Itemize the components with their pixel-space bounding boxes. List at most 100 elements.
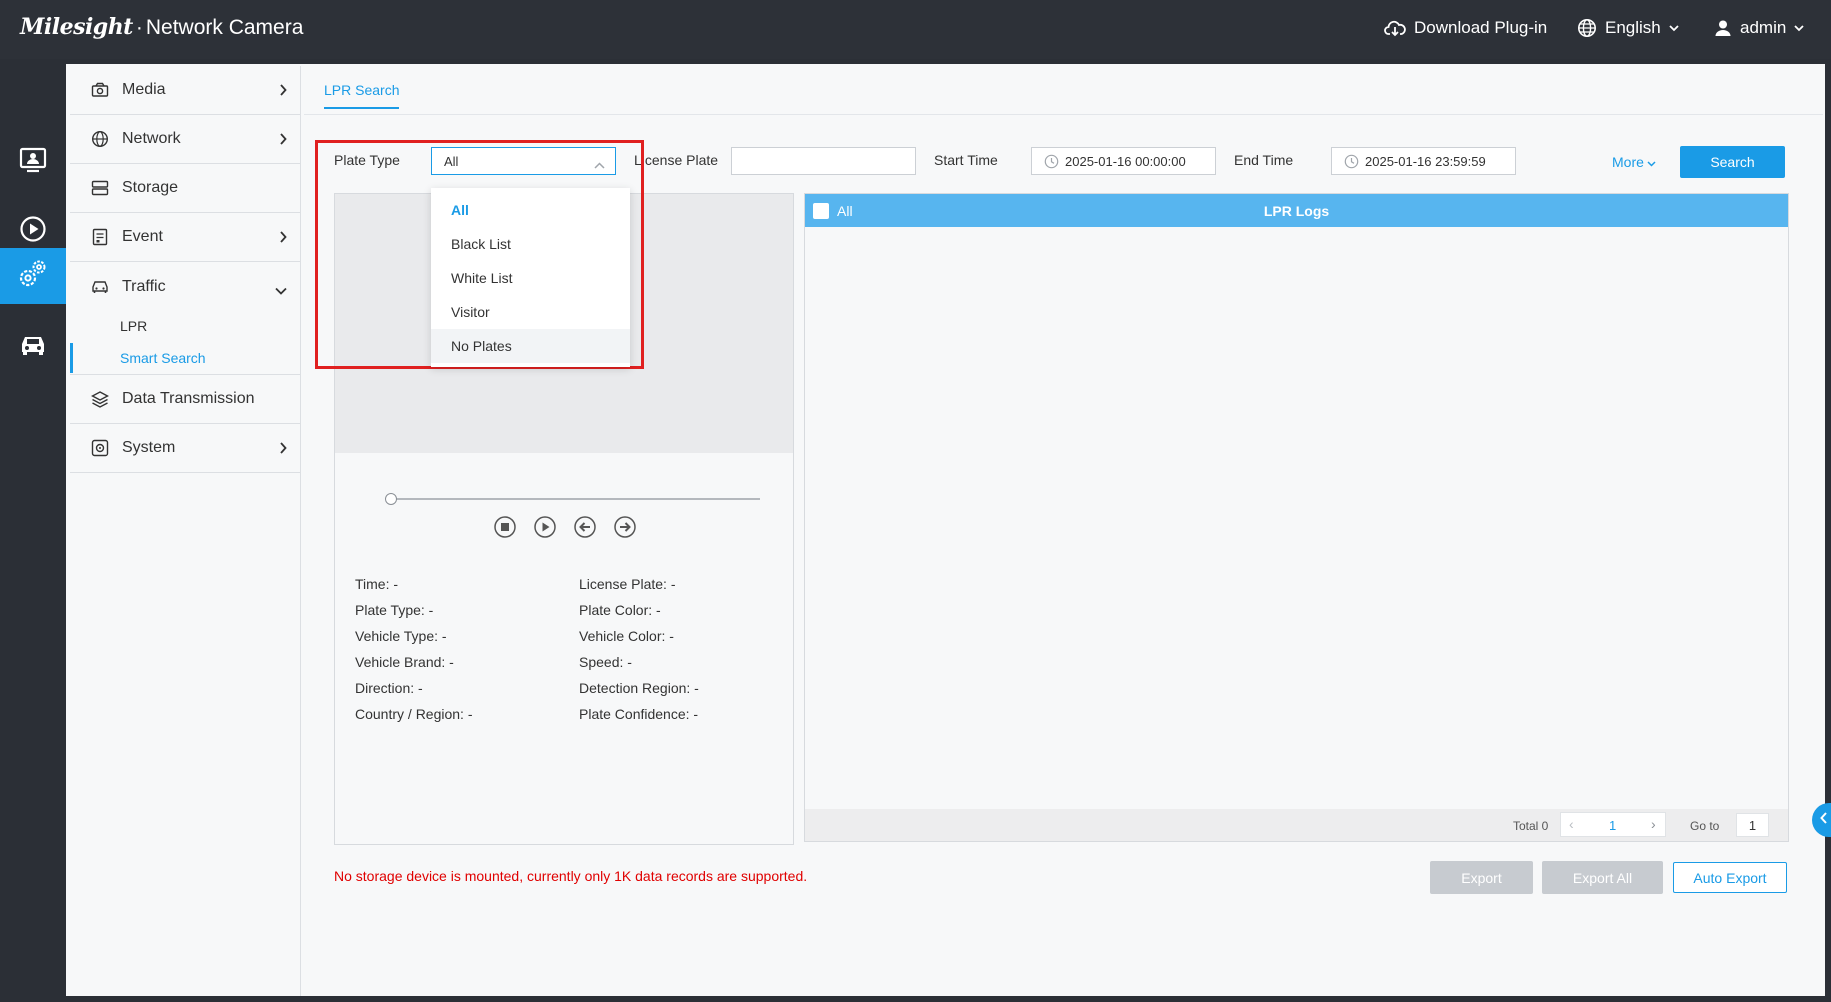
plate-type-label: Plate Type bbox=[334, 152, 400, 168]
nav-item-storage[interactable]: Storage bbox=[70, 164, 301, 213]
stop-button[interactable] bbox=[493, 515, 517, 539]
select-all-checkbox[interactable] bbox=[813, 203, 829, 219]
plate-type-select[interactable]: All bbox=[431, 147, 616, 175]
detail-vehicle-brand: Vehicle Brand: - bbox=[355, 654, 454, 670]
playback-icon bbox=[19, 215, 47, 248]
download-plugin-button[interactable]: Download Plug-in bbox=[1384, 18, 1547, 38]
playback-slider-track[interactable] bbox=[390, 498, 760, 500]
nav-item-data-transmission[interactable]: Data Transmission bbox=[70, 375, 301, 424]
rail-vehicle[interactable] bbox=[0, 319, 66, 375]
nav-item-traffic[interactable]: Traffic bbox=[70, 262, 301, 311]
plate-type-option-no-plates[interactable]: No Plates bbox=[431, 329, 630, 363]
rail-settings[interactable] bbox=[0, 248, 66, 304]
storage-icon bbox=[90, 178, 110, 198]
nav-label-storage: Storage bbox=[122, 179, 179, 196]
goto-page-input[interactable]: 1 bbox=[1736, 813, 1769, 837]
vehicle-icon bbox=[18, 333, 48, 362]
more-label: More bbox=[1612, 154, 1644, 170]
chevron-right-icon[interactable]: › bbox=[1651, 816, 1656, 832]
total-count: Total 0 bbox=[1513, 819, 1549, 833]
nav-label-traffic: Traffic bbox=[122, 277, 166, 295]
layers-icon bbox=[90, 389, 110, 409]
plate-type-option-all[interactable]: All bbox=[431, 193, 630, 227]
nav-sub-lpr[interactable]: LPR bbox=[70, 311, 301, 341]
globe-icon bbox=[90, 129, 110, 149]
auto-export-button[interactable]: Auto Export bbox=[1673, 862, 1787, 893]
chevron-right-icon bbox=[279, 230, 287, 248]
play-button[interactable] bbox=[533, 515, 557, 539]
arrow-left-icon bbox=[573, 516, 597, 543]
chevron-up-icon bbox=[594, 157, 605, 172]
nav-item-event[interactable]: Event bbox=[70, 213, 301, 262]
top-bar: Milesight · Network Camera Download Plug-i… bbox=[0, 0, 1831, 59]
brand-separator: · bbox=[135, 16, 143, 39]
camera-icon bbox=[90, 80, 110, 100]
export-all-button[interactable]: Export All bbox=[1542, 861, 1663, 894]
rail-live-view[interactable] bbox=[0, 134, 66, 190]
cloud-download-icon bbox=[1384, 19, 1406, 37]
user-menu[interactable]: admin bbox=[1714, 18, 1804, 38]
user-label: admin bbox=[1740, 18, 1787, 37]
start-time-label: Start Time bbox=[934, 152, 998, 168]
tab-lpr-search[interactable]: LPR Search bbox=[324, 82, 400, 109]
detail-direction: Direction: - bbox=[355, 680, 423, 696]
next-button[interactable] bbox=[613, 515, 637, 539]
chevron-down-icon bbox=[1647, 154, 1656, 170]
nav-label-system: System bbox=[122, 439, 176, 456]
chevron-down-icon bbox=[1669, 24, 1679, 32]
nav-item-network[interactable]: Network bbox=[70, 115, 301, 164]
tab-divider bbox=[304, 114, 1823, 115]
arrow-right-icon bbox=[613, 516, 637, 543]
event-icon bbox=[90, 227, 110, 247]
detail-vehicle-color: Vehicle Color: - bbox=[579, 628, 674, 644]
end-time-value: 2025-01-16 23:59:59 bbox=[1365, 153, 1486, 169]
plate-type-option-white-list[interactable]: White List bbox=[431, 261, 630, 295]
select-all-label: All bbox=[837, 203, 853, 219]
language-label: English bbox=[1605, 18, 1661, 37]
language-selector[interactable]: English bbox=[1577, 18, 1679, 38]
chevron-right-icon bbox=[279, 83, 287, 101]
detail-vehicle-type: Vehicle Type: - bbox=[355, 628, 447, 644]
globe-icon bbox=[1577, 18, 1597, 38]
detail-plate-type: Plate Type: - bbox=[355, 602, 434, 618]
detail-country-region: Country / Region: - bbox=[355, 706, 473, 722]
detail-license-plate: License Plate: - bbox=[579, 576, 676, 592]
current-page[interactable]: 1 bbox=[1609, 818, 1616, 833]
chevron-right-icon bbox=[279, 132, 287, 150]
storage-warning: No storage device is mounted, currently … bbox=[334, 868, 808, 884]
detail-detection-region: Detection Region: - bbox=[579, 680, 699, 696]
user-icon bbox=[1714, 19, 1732, 37]
end-time-input[interactable]: 2025-01-16 23:59:59 bbox=[1331, 147, 1516, 175]
detail-plate-color: Plate Color: - bbox=[579, 602, 661, 618]
nav-label-data-transmission: Data Transmission bbox=[122, 390, 255, 407]
start-time-input[interactable]: 2025-01-16 00:00:00 bbox=[1031, 147, 1216, 175]
download-plugin-label: Download Plug-in bbox=[1414, 18, 1548, 37]
chevron-down-icon bbox=[275, 282, 287, 300]
logs-title: LPR Logs bbox=[1263, 203, 1330, 219]
page-selector: ‹ 1 › bbox=[1560, 812, 1666, 837]
nav-label-media: Media bbox=[122, 81, 166, 98]
chevron-left-icon[interactable]: ‹ bbox=[1569, 816, 1574, 832]
system-icon bbox=[90, 438, 110, 458]
plate-type-option-visitor[interactable]: Visitor bbox=[431, 295, 630, 329]
playback-slider-knob[interactable] bbox=[385, 493, 397, 505]
search-button[interactable]: Search bbox=[1680, 146, 1785, 178]
plate-type-option-black-list[interactable]: Black List bbox=[431, 227, 630, 261]
brand: Milesight · Network Camera bbox=[20, 14, 303, 40]
lpr-logs-panel: LPR Logs All Total 0 ‹ 1 › Go to 1 bbox=[804, 193, 1789, 842]
detail-plate-confidence: Plate Confidence: - bbox=[579, 706, 699, 722]
play-icon bbox=[533, 516, 557, 543]
clock-icon bbox=[1344, 154, 1359, 169]
nav-sub-smart-search[interactable]: Smart Search bbox=[70, 343, 301, 373]
content-area: LPR Search Plate Type All License Plate … bbox=[304, 66, 1823, 994]
start-time-value: 2025-01-16 00:00:00 bbox=[1065, 153, 1186, 169]
previous-button[interactable] bbox=[573, 515, 597, 539]
nav-item-media[interactable]: Media bbox=[70, 66, 301, 115]
nav-label-event: Event bbox=[122, 228, 163, 245]
nav-item-system[interactable]: System bbox=[70, 424, 301, 473]
chevron-left-icon bbox=[1820, 811, 1828, 829]
export-button[interactable]: Export bbox=[1430, 861, 1533, 894]
more-filters-link[interactable]: More bbox=[1612, 154, 1656, 170]
settings-icon bbox=[17, 258, 49, 295]
license-plate-input[interactable] bbox=[731, 147, 916, 175]
